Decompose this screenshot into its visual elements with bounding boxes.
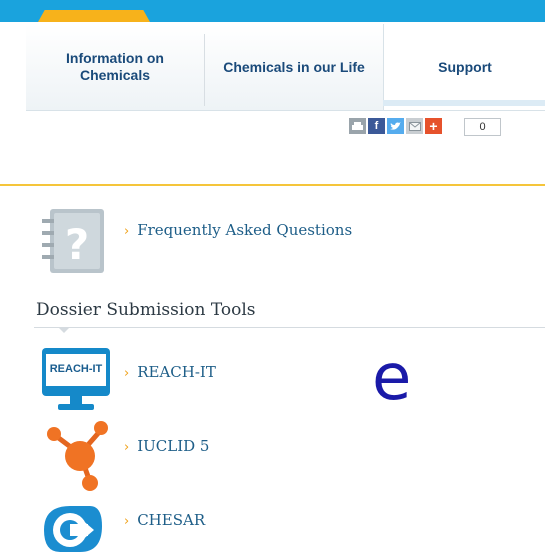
top-tab-indicator [38,10,150,22]
share-count: 0 [464,118,501,136]
chevron-right-icon: › [124,366,130,381]
nav-active-indicator [383,100,545,106]
nav-item-chemicals-in-our-life[interactable]: Chemicals in our Life [205,24,383,110]
section-underline [34,327,545,328]
iuclid-link[interactable]: › IUCLID 5 [124,437,209,455]
chevron-right-icon: › [124,224,130,239]
faq-link-label: Frequently Asked Questions [137,221,353,239]
section-divider [0,184,545,186]
section-title-pointer [58,327,70,333]
svg-text:?: ? [65,220,89,269]
main-navigation: Information on Chemicals Chemicals in ou… [26,24,545,111]
nav-item-information-on-chemicals[interactable]: Information on Chemicals [26,24,204,110]
chevron-right-icon: › [124,514,130,529]
twitter-icon[interactable] [387,118,404,134]
chevron-right-icon: › [124,440,130,455]
faq-icon: ? [40,205,108,275]
print-icon[interactable] [349,118,366,134]
nav-item-label: Information on Chemicals [66,50,164,83]
reach-it-link-label: REACH-IT [137,363,216,381]
nav-item-support[interactable]: Support [383,24,545,110]
share-toolbar: f + [349,118,442,134]
iuclid-link-label: IUCLID 5 [137,437,210,455]
faq-link[interactable]: › Frequently Asked Questions [124,221,352,239]
nav-item-label: Chemicals in our Life [223,58,365,75]
iuclid-icon [44,418,110,492]
facebook-icon[interactable]: f [368,118,385,134]
chesar-icon [40,500,104,552]
email-icon[interactable] [406,118,423,134]
reach-it-link[interactable]: › REACH-IT [124,363,216,381]
overlay-letter: e [372,341,412,415]
nav-item-label: Support [438,58,492,75]
section-title: Dossier Submission Tools [36,300,256,320]
add-icon[interactable]: + [425,118,442,134]
chesar-link[interactable]: › CHESAR [124,511,205,529]
reach-it-icon [40,346,112,416]
reach-it-badge-text: REACH-IT [49,363,103,375]
chesar-link-label: CHESAR [137,511,206,529]
